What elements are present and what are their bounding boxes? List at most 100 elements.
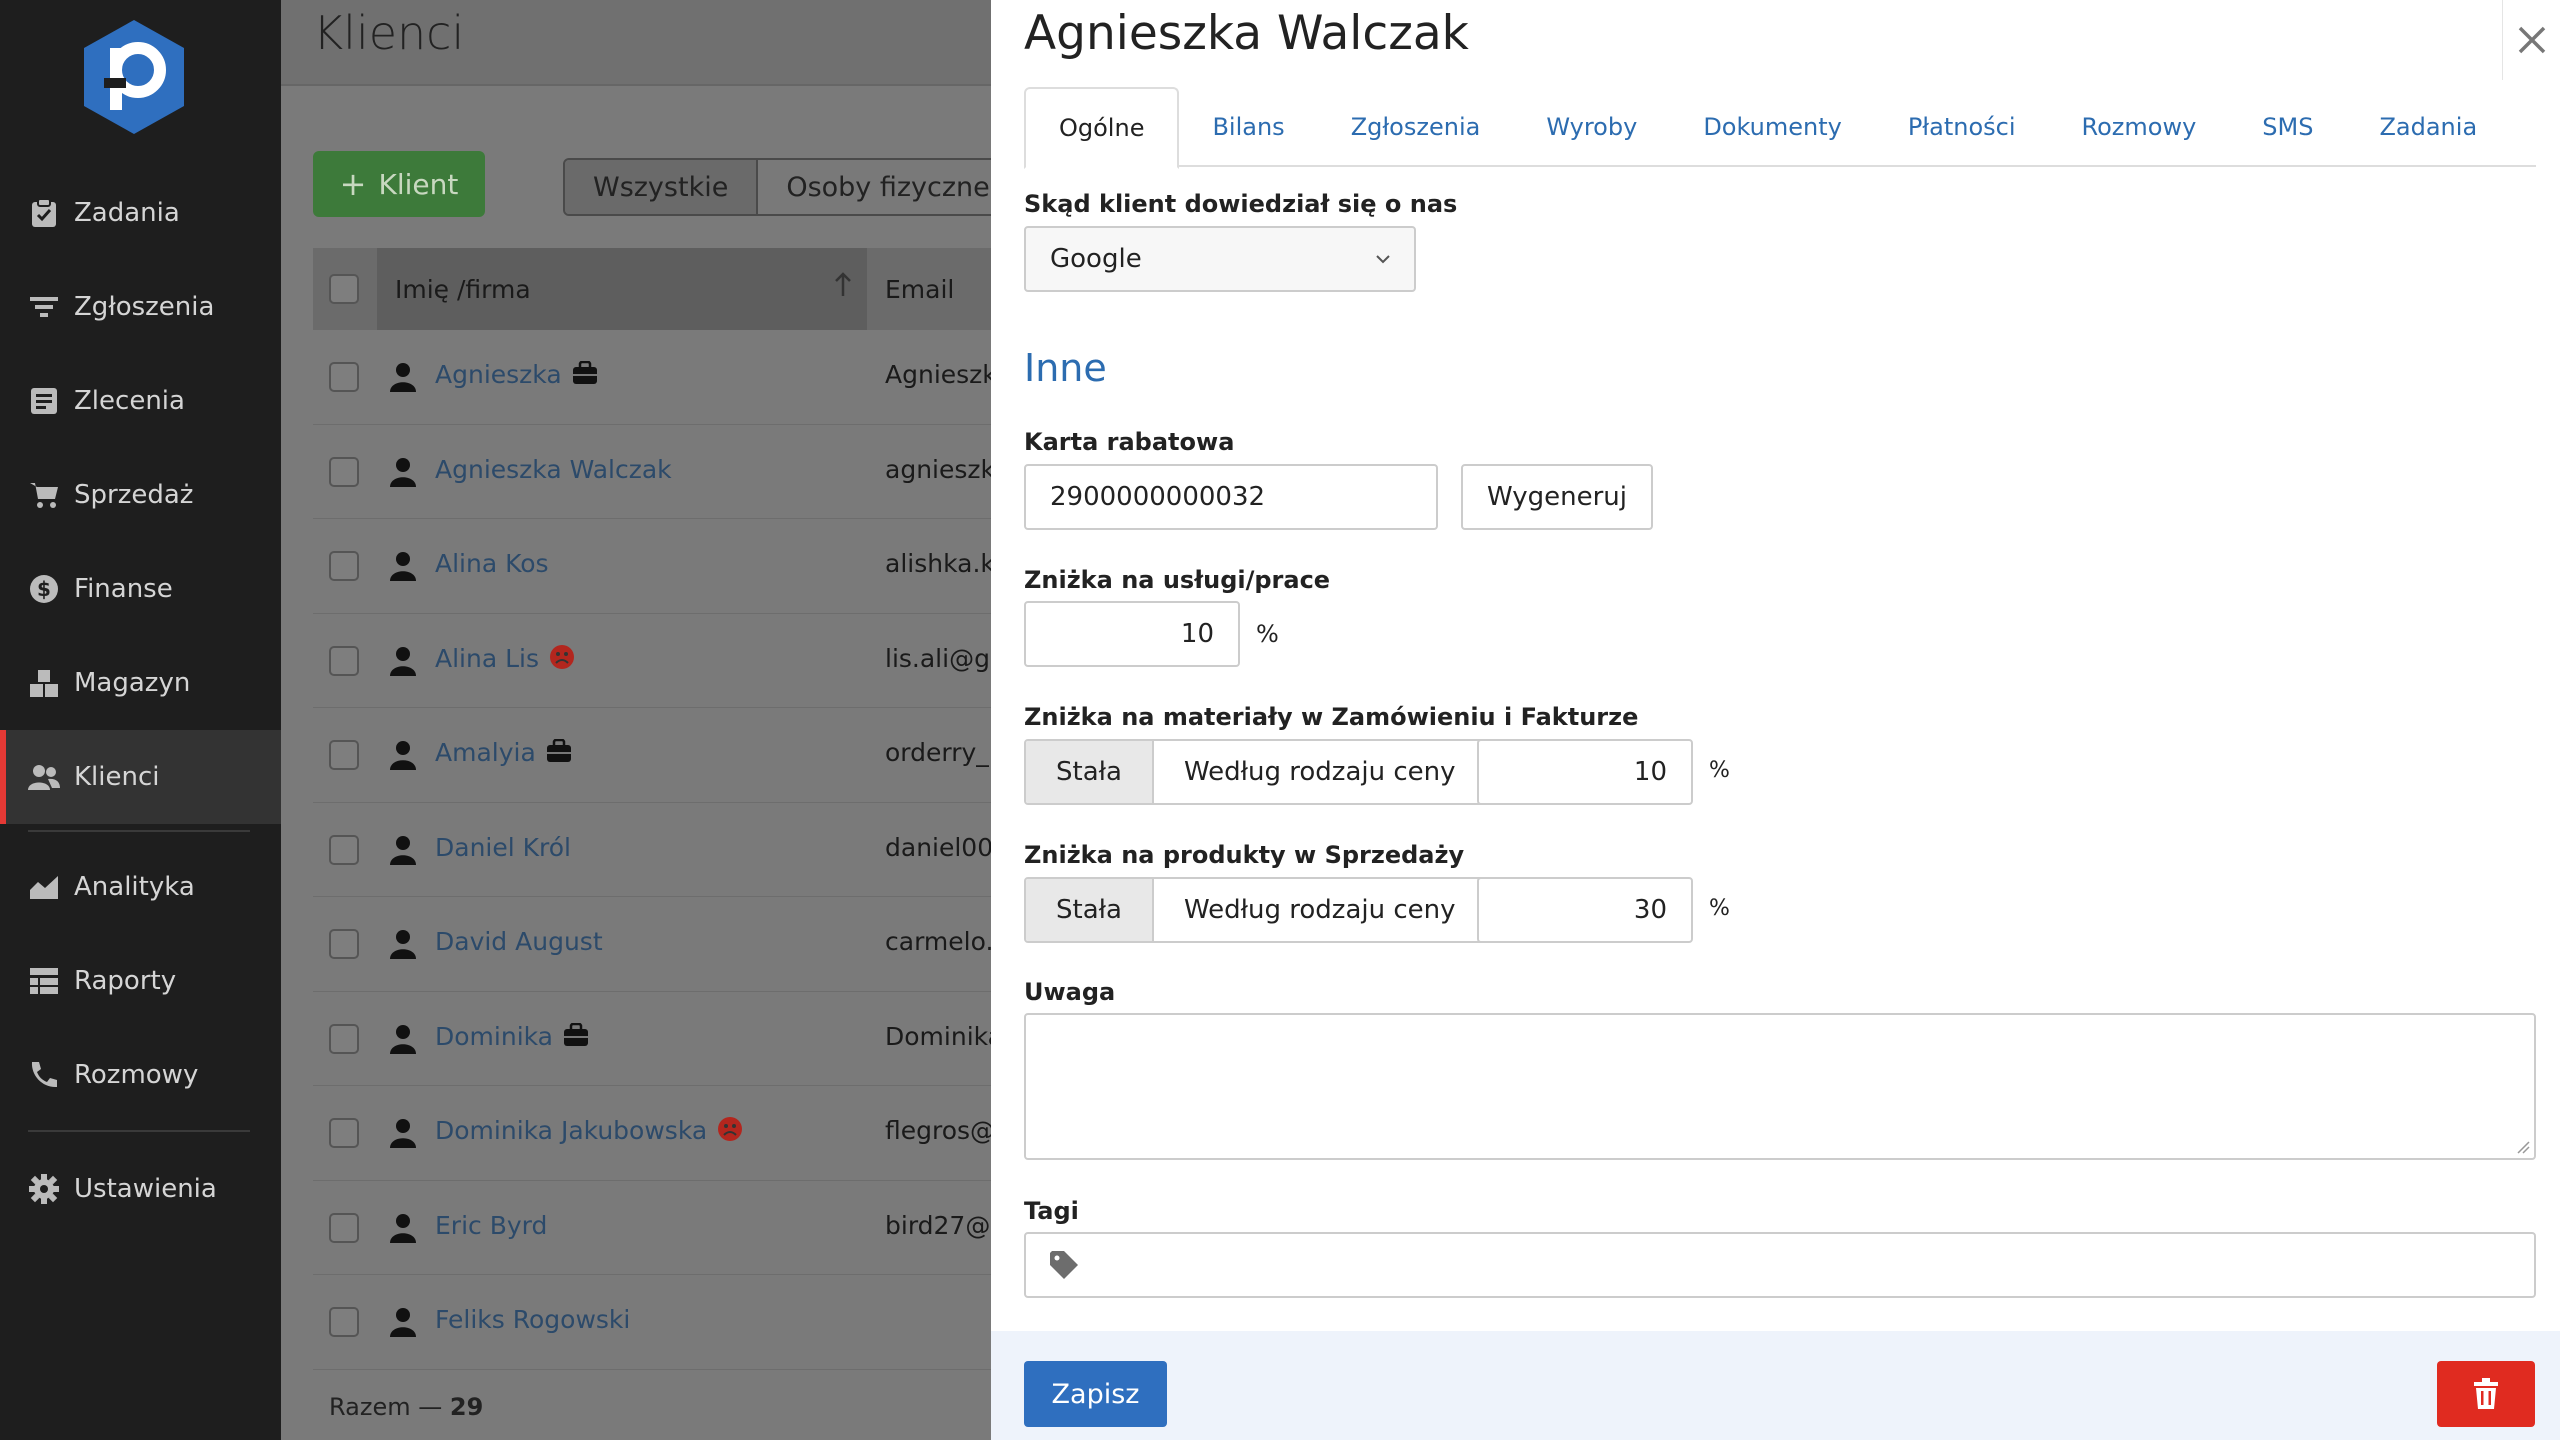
percent-unit: % [1709,758,1730,783]
app-logo[interactable] [80,18,188,136]
client-name-link[interactable]: Feliks Rogowski [435,1305,630,1334]
sidebar-item-magazyn[interactable]: Magazyn [0,636,281,730]
filter-all-button[interactable]: Wszystkie [565,160,759,214]
row-checkbox[interactable] [329,551,359,581]
sidebar-item-label: Magazyn [74,668,191,698]
select-all-checkbox[interactable] [329,274,359,304]
chart-icon [28,871,60,903]
row-checkbox[interactable] [329,1212,359,1243]
client-name-link[interactable]: Eric Byrd [435,1211,547,1240]
materials-discount-mode: Stała Według rodzaju ceny [1024,739,1488,805]
sidebar-item-label: Ustawienia [74,1174,217,1204]
tab-dokumenty[interactable]: Dokumenty [1670,87,1875,167]
service-discount-input[interactable]: 10 [1024,601,1240,667]
note-label: Uwaga [1024,978,1116,1006]
discount-card-label: Karta rabatowa [1024,428,1235,456]
generate-card-button[interactable]: Wygeneruj [1461,464,1653,530]
note-textarea[interactable] [1024,1013,2536,1160]
tab-zadania[interactable]: Zadania [2346,87,2510,167]
row-checkbox[interactable] [329,929,359,959]
row-checkbox[interactable] [329,456,359,487]
tab-zgloszenia[interactable]: Zgłoszenia [1318,87,1514,167]
products-mode-by-price[interactable]: Według rodzaju ceny [1153,879,1486,941]
sidebar-item-sprzedaz[interactable]: Sprzedaż [0,448,281,542]
sidebar-item-zgloszenia[interactable]: Zgłoszenia [0,260,281,354]
sidebar-item-ustawienia[interactable]: Ustawienia [0,1142,281,1236]
chevron-down-icon [1376,255,1390,264]
client-name-link[interactable]: Alina Lis [435,644,575,676]
materials-mode-by-price[interactable]: Według rodzaju ceny [1153,741,1486,803]
delete-button[interactable] [2437,1361,2535,1427]
client-name-link[interactable]: Daniel Król [435,833,571,862]
row-checkbox[interactable] [329,740,359,770]
tab-sms[interactable]: SMS [2229,87,2346,167]
person-icon [390,363,416,392]
row-checkbox[interactable] [329,1118,359,1148]
resize-handle-icon[interactable] [2516,1140,2530,1154]
client-name-link[interactable]: Dominika Jakubowska [435,1116,743,1148]
row-checkbox[interactable] [329,834,359,865]
products-discount-input[interactable]: 30 [1477,877,1693,943]
sidebar-item-label: Finanse [74,574,173,604]
sidebar-item-label: Rozmowy [74,1060,199,1090]
tab-wyroby[interactable]: Wyroby [1513,87,1670,167]
add-client-button[interactable]: + Klient [313,151,485,217]
person-icon [390,1024,416,1054]
tags-label: Tagi [1024,1197,1079,1225]
tab-rozmowy[interactable]: Rozmowy [2049,87,2230,167]
discount-card-input[interactable]: 2900000000032 [1024,464,1438,530]
gear-icon [28,1173,60,1205]
client-name-link[interactable]: Alina Kos [435,549,549,578]
sidebar-item-zlecenia[interactable]: Zlecenia [0,354,281,448]
sidebar-item-label: Analityka [74,872,195,902]
sidebar: Zadania Zgłoszenia Zlecenia Sprzedaż $ F… [0,0,281,1440]
percent-unit: % [1709,896,1730,921]
sidebar-item-label: Zgłoszenia [74,292,215,322]
sidebar-item-raporty[interactable]: Raporty [0,934,281,1028]
materials-discount-input[interactable]: 10 [1477,739,1693,805]
sidebar-item-rozmowy[interactable]: Rozmowy [0,1028,281,1122]
materials-mode-fixed[interactable]: Stała [1026,741,1154,803]
tags-input[interactable] [1024,1232,2536,1298]
list-icon [28,385,60,417]
tab-bilans[interactable]: Bilans [1179,87,1317,167]
tab-platnosci[interactable]: Płatności [1875,87,2049,167]
client-name-link[interactable]: Agnieszka Walczak [435,455,672,484]
client-name-link[interactable]: David August [435,927,603,956]
clipboard-icon [28,197,60,229]
column-header-email[interactable]: Email [885,248,954,330]
row-checkbox[interactable] [329,645,359,676]
row-checkbox[interactable] [329,362,359,392]
source-select[interactable]: Google [1024,226,1416,292]
sidebar-item-klienci[interactable]: Klienci [0,730,281,824]
products-mode-fixed[interactable]: Stała [1026,879,1154,941]
client-email: bird27@h [885,1210,1007,1240]
sidebar-item-finanse[interactable]: $ Finanse [0,542,281,636]
person-icon [390,457,416,487]
client-email: Dominika [885,1021,1003,1051]
sidebar-item-label: Raporty [74,966,177,996]
briefcase-icon [572,360,598,391]
save-button[interactable]: Zapisz [1024,1361,1167,1427]
client-name-link[interactable]: Amalyia [435,738,572,769]
person-icon [390,835,416,865]
sidebar-item-label: Zlecenia [74,386,185,416]
filter-individuals-button[interactable]: Osoby fizyczne [758,160,1020,214]
products-discount-label: Zniżka na produkty w Sprzedaży [1024,841,1465,869]
close-button[interactable] [2502,0,2560,80]
row-checkbox[interactable] [329,1307,359,1337]
person-icon [390,646,416,676]
users-icon [28,761,60,793]
products-discount-mode: Stała Według rodzaju ceny [1024,877,1488,943]
drawer-title: Agnieszka Walczak [1024,6,1469,61]
svg-text:$: $ [37,577,51,601]
client-name-link[interactable]: Agnieszka [435,360,598,391]
client-name-link[interactable]: Dominika [435,1022,589,1053]
frown-icon [549,644,575,676]
row-checkbox[interactable] [329,1023,359,1054]
source-label: Skąd klient dowiedział się o nas [1024,190,1458,218]
tab-ogolne[interactable]: Ogólne [1024,87,1180,169]
sidebar-item-analityka[interactable]: Analityka [0,840,281,934]
sidebar-item-zadania[interactable]: Zadania [0,166,281,260]
column-header-name[interactable]: Imię /firma [377,248,867,330]
